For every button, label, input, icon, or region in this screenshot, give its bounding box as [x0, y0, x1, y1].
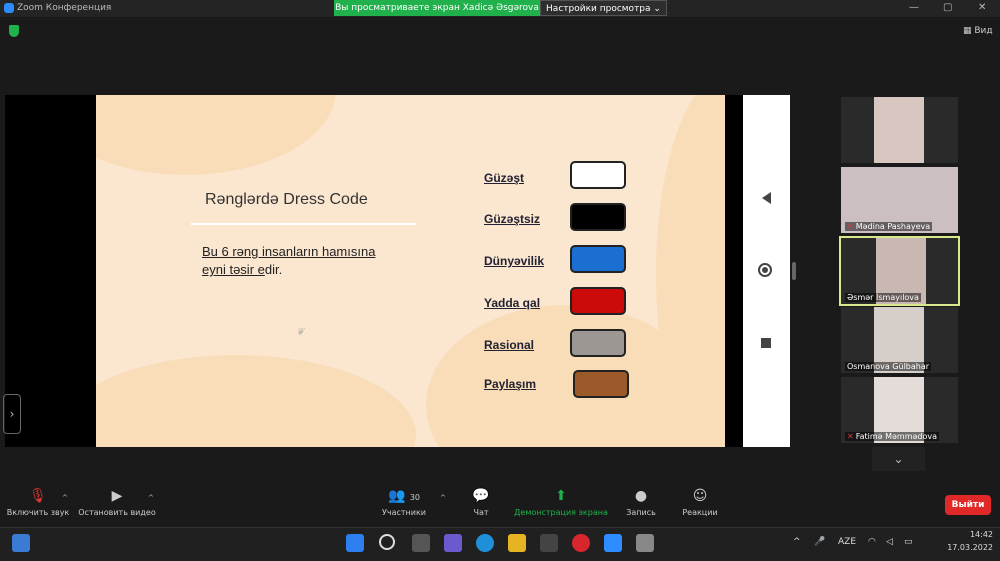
store-icon[interactable] — [540, 534, 558, 552]
color-label: Güzəşt — [484, 171, 525, 185]
participant-name-text: Mədina Pashayeva — [855, 222, 931, 231]
widgets-icon[interactable] — [12, 534, 30, 552]
participant-name: Əsmər İsmayılova — [845, 293, 921, 302]
participant-tile[interactable] — [841, 97, 958, 163]
chevron-up-icon[interactable]: ^ — [440, 494, 446, 502]
leave-button[interactable]: Выйти — [945, 495, 991, 515]
share-screen-icon: ⬆ — [555, 488, 567, 504]
color-label: Paylaşım — [484, 377, 537, 391]
chat-button[interactable]: 💬 Чат — [466, 488, 496, 517]
mic-muted-icon: 🎙 — [29, 488, 47, 504]
participants-count: 30 — [409, 493, 421, 502]
chevron-right-icon[interactable]: › — [3, 394, 21, 434]
grid-icon: ▦ — [963, 26, 975, 36]
chevron-up-icon[interactable]: ^ — [148, 494, 154, 502]
video-camera-icon: ▶ — [111, 488, 123, 504]
color-label: Rasional — [484, 338, 535, 352]
share-banner: Вы просматриваете экран Xadicə Əsgərova — [334, 0, 540, 16]
subtitle-underlined: Bu 6 rəng insanların hamısına eyni təsir… — [202, 244, 376, 277]
participants-label: Участники — [381, 508, 427, 517]
language-indicator[interactable]: AZE — [838, 537, 856, 547]
color-swatch — [570, 161, 626, 189]
chat-label: Чат — [473, 508, 489, 517]
participants-icon: 👥 30 — [387, 488, 421, 504]
participant-video — [874, 97, 924, 163]
security-shield-icon[interactable] — [9, 25, 19, 37]
video-label: Остановить видео — [78, 508, 156, 517]
participants-button[interactable]: 👥 30 Участники — [380, 488, 428, 517]
minimize-icon[interactable]: — — [909, 2, 919, 13]
clock-date[interactable]: 17.03.2022 — [927, 543, 993, 552]
chevron-up-icon[interactable]: ^ — [62, 494, 68, 502]
app-taskbar-icon[interactable] — [636, 534, 654, 552]
color-label: Güzəştsiz — [484, 212, 541, 226]
color-label: Dünyəvilik — [484, 254, 545, 268]
color-swatch — [570, 245, 626, 273]
mic-muted-icon: ✕ — [847, 222, 854, 231]
color-swatch — [573, 370, 629, 398]
edge-icon[interactable] — [476, 534, 494, 552]
battery-icon[interactable]: ▭ — [904, 537, 913, 547]
audio-label: Включить звук — [6, 508, 70, 517]
participant-tile[interactable]: Osmanova Gülbahar — [841, 307, 958, 373]
back-icon — [762, 192, 771, 204]
participant-name-text: Fatimə Məmmədova — [855, 432, 938, 441]
teams-chat-icon[interactable] — [444, 534, 462, 552]
zoom-app-icon — [4, 3, 14, 13]
wifi-icon[interactable]: ◠ — [868, 537, 876, 547]
participant-tile[interactable]: ✕ Mədina Pashayeva — [841, 167, 958, 233]
view-label: Вид — [974, 26, 993, 36]
decor-blob — [96, 95, 336, 175]
opera-icon[interactable] — [572, 534, 590, 552]
participant-name: ✕ Fatimə Məmmədova — [845, 432, 940, 441]
participant-name: ✕ Mədina Pashayeva — [845, 222, 933, 231]
color-swatch — [570, 329, 626, 357]
task-view-icon[interactable] — [412, 534, 430, 552]
color-swatch — [570, 203, 626, 231]
maximize-icon[interactable]: ▢ — [943, 2, 952, 13]
logo: ❦ — [296, 327, 305, 338]
slide-title: Rənglərdə Dress Code — [205, 191, 368, 208]
share-screen-button[interactable]: ⬆ Демонстрация экрана — [514, 488, 608, 517]
zoom-taskbar-icon[interactable] — [604, 534, 622, 552]
unmute-button[interactable]: 🎙 Включить звук — [6, 488, 70, 517]
record-icon: ● — [634, 488, 648, 504]
record-label: Запись — [626, 508, 656, 517]
window-title: Zoom Конференция — [17, 3, 112, 13]
search-icon[interactable] — [379, 534, 395, 550]
presentation-slide: Rənglərdə Dress Code Bu 6 rəng insanları… — [96, 95, 725, 447]
decor-blob — [96, 355, 416, 447]
subtitle-rest: dir. — [264, 262, 283, 277]
participant-tile-active[interactable]: Əsmər İsmayılova — [839, 236, 960, 306]
participant-name: Osmanova Gülbahar — [845, 362, 932, 371]
chevron-down-icon[interactable]: ⌄ — [872, 447, 925, 471]
file-explorer-icon[interactable] — [508, 534, 526, 552]
windows-start-icon[interactable] — [346, 534, 364, 552]
microphone-icon[interactable]: 🎤 — [814, 537, 825, 547]
close-icon[interactable]: ✕ — [978, 2, 986, 13]
chevron-up-icon[interactable]: ^ — [793, 537, 801, 547]
mic-muted-icon: ✕ — [847, 432, 854, 441]
share-label: Демонстрация экрана — [514, 508, 608, 517]
view-settings-button[interactable]: Настройки просмотра ⌄ — [540, 0, 667, 16]
stop-video-button[interactable]: ▶ Остановить видео — [78, 488, 156, 517]
slide-subtitle: Bu 6 rəng insanların hamısına eyni təsir… — [202, 243, 382, 279]
color-swatch — [570, 287, 626, 315]
volume-icon[interactable]: ◁ — [886, 537, 893, 547]
reactions-button[interactable]: ☺ Реакции — [680, 488, 720, 517]
record-button[interactable]: ● Запись — [623, 488, 659, 517]
color-label: Yadda qal — [484, 296, 541, 310]
decor-arrow — [191, 223, 416, 225]
reactions-icon: ☺ — [692, 488, 708, 504]
reactions-label: Реакции — [682, 508, 718, 517]
participant-tile[interactable]: ✕ Fatimə Məmmədova — [841, 377, 958, 443]
clock-time[interactable]: 14:42 — [951, 530, 993, 539]
recent-apps-icon — [761, 338, 771, 348]
view-button[interactable]: ▦ Вид — [963, 26, 993, 36]
home-icon-dot — [762, 267, 768, 273]
chat-icon: 💬 — [472, 488, 490, 504]
split-handle[interactable] — [792, 262, 796, 280]
